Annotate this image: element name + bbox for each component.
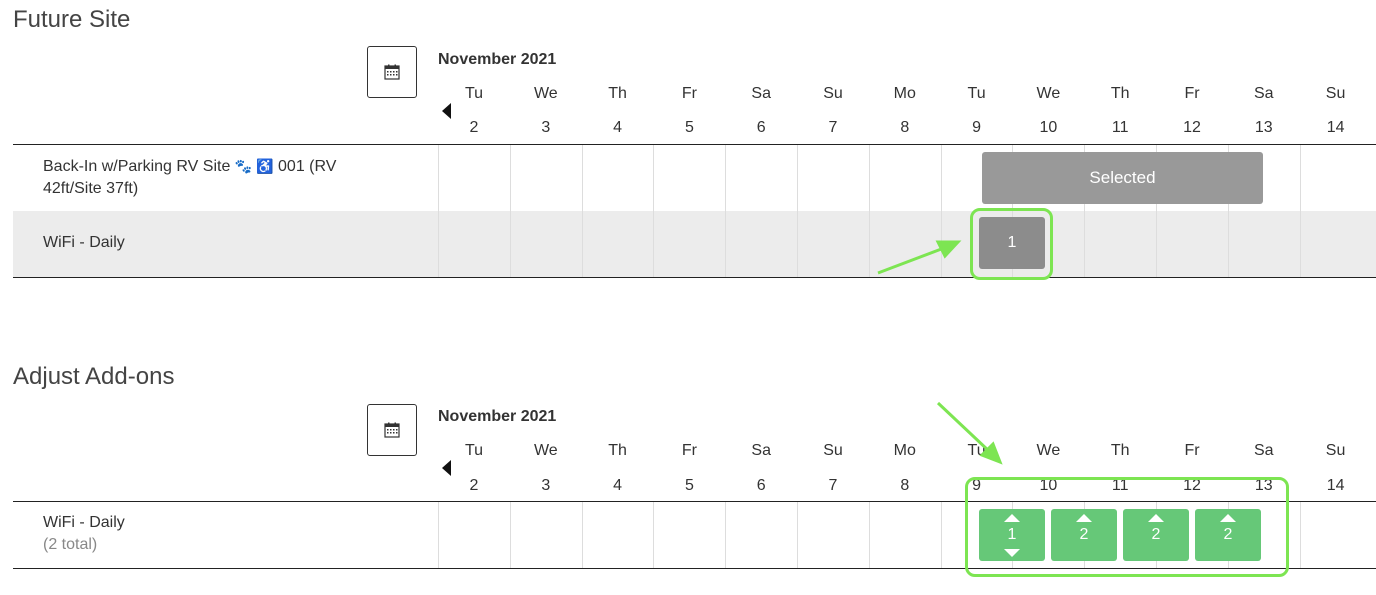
day-of-week: Su — [823, 85, 843, 102]
addon-row-label: WiFi - Daily (2 total) — [43, 512, 125, 556]
day-of-week: We — [533, 85, 558, 102]
day-number: 6 — [756, 477, 766, 494]
highlight-box — [970, 208, 1053, 280]
wifi-row-label: WiFi - Daily — [43, 234, 125, 251]
day-number: 13 — [1254, 119, 1273, 136]
divider — [13, 144, 1376, 145]
day-of-week: Sa — [751, 85, 771, 102]
day-of-week: Mo — [893, 442, 916, 459]
day-of-week: Th — [1110, 85, 1130, 102]
day-number: 8 — [900, 119, 910, 136]
day-number: 10 — [1039, 119, 1058, 136]
day-number: 11 — [1111, 119, 1129, 136]
pet-accessible-icons: 🐾 ♿ — [234, 158, 274, 174]
grid-column-line — [941, 502, 942, 568]
day-number: 4 — [613, 119, 623, 136]
day-of-week: Sa — [1254, 85, 1274, 102]
day-number: 2 — [469, 477, 479, 494]
grid-column-line — [653, 502, 654, 568]
future-site-title: Future Site — [13, 6, 131, 33]
day-number: 14 — [1326, 477, 1345, 494]
day-number: 8 — [900, 477, 910, 494]
day-number: 7 — [828, 119, 838, 136]
adjust-addons-title: Adjust Add-ons — [13, 363, 175, 390]
day-of-week: Tu — [464, 85, 484, 102]
calendar-button[interactable] — [367, 404, 417, 456]
grid-column-line — [869, 145, 870, 277]
day-of-week: Sa — [751, 442, 771, 459]
day-of-week: Th — [608, 442, 627, 459]
day-number: 4 — [613, 477, 623, 494]
grid-column-line — [725, 145, 726, 277]
day-of-week: Su — [1325, 85, 1346, 102]
grid-column-line — [941, 145, 942, 277]
day-number: 2 — [469, 119, 479, 136]
day-number: 9 — [972, 119, 982, 136]
site-size: 42ft/Site 37ft) — [43, 180, 139, 197]
site-row-label: Back-In w/Parking RV Site 🐾 ♿ 001 (RV 42… — [43, 155, 363, 200]
divider — [13, 277, 1376, 278]
day-of-week: Th — [608, 85, 627, 102]
day-of-week: We — [533, 442, 558, 459]
grid-column-line — [725, 502, 726, 568]
day-number: 12 — [1183, 119, 1201, 136]
month-label: November 2021 — [438, 51, 557, 68]
day-of-week: Fr — [681, 85, 697, 102]
prev-arrow-icon[interactable] — [442, 103, 451, 119]
day-number: 6 — [756, 119, 766, 136]
day-of-week: Fr — [1184, 442, 1200, 459]
grid-column-line — [797, 145, 798, 277]
calendar-icon — [384, 422, 400, 438]
day-of-week: Su — [1325, 442, 1346, 459]
day-number: 3 — [541, 477, 551, 494]
addon-total: (2 total) — [43, 536, 98, 553]
day-number: 5 — [684, 119, 694, 136]
day-of-week: We — [1036, 85, 1061, 102]
day-of-week: Tu — [967, 85, 986, 102]
grid-column-line — [1300, 502, 1301, 568]
day-number: 7 — [828, 477, 838, 494]
day-of-week: Sa — [1254, 442, 1274, 459]
day-of-week: Th — [1110, 442, 1130, 459]
grid-column-line — [510, 145, 511, 277]
grid-column-line — [1300, 145, 1301, 277]
day-of-week: Fr — [681, 442, 697, 459]
grid-column-line — [582, 502, 583, 568]
prev-arrow-icon[interactable] — [442, 460, 451, 476]
day-of-week: Tu — [967, 442, 986, 459]
grid-column-line — [653, 145, 654, 277]
grid-column-line — [510, 502, 511, 568]
grid-column-line — [438, 145, 439, 277]
addon-name: WiFi - Daily — [43, 514, 125, 531]
grid-column-line — [438, 502, 439, 568]
day-of-week: Mo — [893, 85, 916, 102]
day-of-week: We — [1036, 442, 1061, 459]
calendar-icon — [384, 64, 400, 80]
day-of-week: Tu — [464, 442, 484, 459]
grid-column-line — [582, 145, 583, 277]
site-name: Back-In w/Parking RV Site — [43, 158, 231, 175]
day-number: 3 — [541, 119, 551, 136]
wifi-row-bg — [13, 211, 1376, 277]
month-label: November 2021 — [438, 408, 557, 425]
grid-column-line — [869, 502, 870, 568]
day-of-week: Su — [823, 442, 843, 459]
grid-column-line — [797, 502, 798, 568]
highlight-box — [965, 477, 1289, 577]
day-of-week: Fr — [1184, 85, 1200, 102]
selected-range-bar[interactable]: Selected — [982, 152, 1263, 204]
day-number: 14 — [1326, 119, 1345, 136]
calendar-button[interactable] — [367, 46, 417, 98]
site-id: 001 (RV — [278, 158, 337, 175]
day-number: 5 — [684, 477, 694, 494]
